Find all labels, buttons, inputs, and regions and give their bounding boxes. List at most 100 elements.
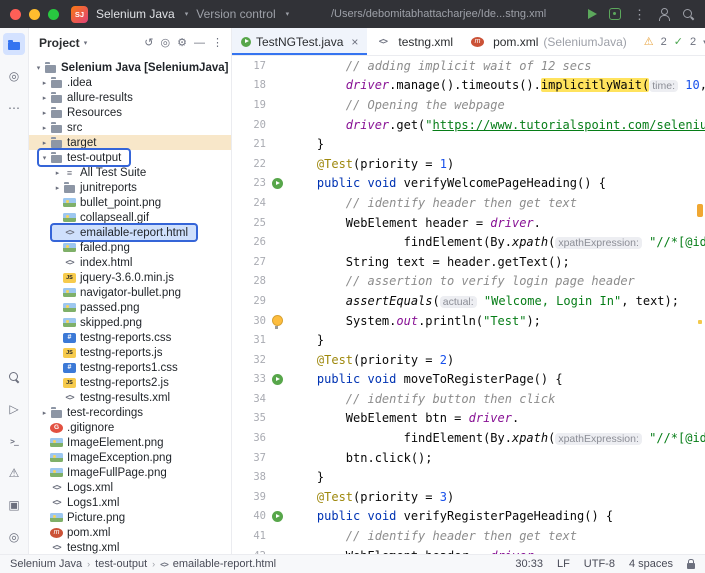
code-line-40[interactable]: 40 public void verifyRegisterPageHeading…	[232, 507, 705, 527]
lock-icon[interactable]	[687, 563, 695, 569]
tree-item-test-recordings[interactable]: ▸test-recordings	[29, 405, 231, 420]
tree-item-passed-png[interactable]: passed.png	[29, 300, 231, 315]
line-number[interactable]: 17	[232, 60, 268, 72]
line-number[interactable]: 42	[232, 550, 268, 554]
tree-item--gitignore[interactable]: G.gitignore	[29, 420, 231, 435]
chevron-right-icon[interactable]: ▸	[39, 139, 50, 147]
line-number[interactable]: 28	[232, 275, 268, 287]
tree-item-skipped-png[interactable]: skipped.png	[29, 315, 231, 330]
tree-item-resources[interactable]: ▸Resources	[29, 105, 231, 120]
code-line-34[interactable]: 34 // identify button then click	[232, 389, 705, 409]
tree-item-testng-xml[interactable]: <>testng.xml	[29, 540, 231, 554]
tree-item-all-test-suite[interactable]: ▸≡All Test Suite	[29, 165, 231, 180]
vcs-widget[interactable]: Version control	[196, 7, 275, 21]
more-options-icon[interactable]: ⋮	[212, 38, 223, 49]
code-line-33[interactable]: 33 public void moveToRegisterPage() {	[232, 370, 705, 390]
tree-item-logs1-xml[interactable]: <>Logs1.xml	[29, 495, 231, 510]
tab-testngtest-java[interactable]: TestNGTest.java×	[232, 28, 367, 55]
line-number[interactable]: 34	[232, 393, 268, 405]
tab-testng-xml[interactable]: <>testng.xml	[367, 28, 462, 55]
run-test-icon[interactable]	[268, 374, 286, 385]
code-line-39[interactable]: 39 @Test(priority = 3)	[232, 487, 705, 507]
run-with-coverage-icon[interactable]	[609, 8, 621, 20]
line-number[interactable]: 20	[232, 119, 268, 131]
tree-item-picture-png[interactable]: Picture.png	[29, 510, 231, 525]
line-number[interactable]: 24	[232, 197, 268, 209]
line-separator[interactable]: LF	[557, 558, 570, 570]
line-number[interactable]: 18	[232, 79, 268, 91]
locate-file-icon[interactable]: ◎	[161, 38, 171, 49]
tree-item-jquery-3-6-0-min-js[interactable]: JSjquery-3.6.0.min.js	[29, 270, 231, 285]
tree-item-testng-reports2-js[interactable]: JStestng-reports2.js	[29, 375, 231, 390]
scrollbar-warning-mark[interactable]	[697, 204, 703, 217]
code-line-26[interactable]: 26 findElement(By.xpath(xpathExpression:…	[232, 232, 705, 252]
line-number[interactable]: 23	[232, 177, 268, 189]
tree-item-junitreports[interactable]: ▸junitreports	[29, 180, 231, 195]
chevron-down-icon[interactable]: ▾	[39, 154, 50, 162]
code-line-31[interactable]: 31 }	[232, 330, 705, 350]
tree-item-emailable-report-html[interactable]: <>emailable-report.html	[29, 225, 231, 240]
tree-item-testng-reports-js[interactable]: JStestng-reports.js	[29, 345, 231, 360]
code-line-30[interactable]: 30 System.out.println("Test");	[232, 311, 705, 331]
line-number[interactable]: 36	[232, 432, 268, 444]
code-editor[interactable]: 17 // adding implicit wait of 12 secs18 …	[232, 56, 705, 554]
code-line-17[interactable]: 17 // adding implicit wait of 12 secs	[232, 56, 705, 76]
tab-pom-xml[interactable]: mpom.xml (SeleniumJava)	[462, 28, 636, 55]
code-line-19[interactable]: 19 // Opening the webpage	[232, 95, 705, 115]
user-icon[interactable]	[658, 8, 670, 21]
line-number[interactable]: 29	[232, 295, 268, 307]
tree-item-failed-png[interactable]: failed.png	[29, 240, 231, 255]
search-everywhere-icon[interactable]	[3, 366, 25, 388]
code-line-29[interactable]: 29 assertEquals(actual: "Welcome, Login …	[232, 291, 705, 311]
project-widget[interactable]: Selenium Java	[96, 7, 175, 21]
line-number[interactable]: 37	[232, 452, 268, 464]
code-line-27[interactable]: 27 String text = header.getText();	[232, 252, 705, 272]
zoom-window-button[interactable]	[48, 9, 59, 20]
scrollbar-warning-mark[interactable]	[698, 320, 702, 324]
line-number[interactable]: 27	[232, 256, 268, 268]
code-line-25[interactable]: 25 WebElement header = driver.	[232, 213, 705, 233]
run-tool-icon[interactable]: ▷	[3, 398, 25, 420]
tree-item-test-output[interactable]: ▾test-output	[29, 150, 231, 165]
code-line-23[interactable]: 23 public void verifyWelcomePageHeading(…	[232, 174, 705, 194]
code-line-20[interactable]: 20 driver.get("https://www.tutorialspoin…	[232, 115, 705, 135]
line-number[interactable]: 32	[232, 354, 268, 366]
tree-item--idea[interactable]: ▸.idea	[29, 75, 231, 90]
code-line-18[interactable]: 18 driver.manage().timeouts().implicitly…	[232, 76, 705, 96]
panel-title[interactable]: Project	[39, 36, 80, 50]
line-number[interactable]: 39	[232, 491, 268, 503]
line-number[interactable]: 38	[232, 471, 268, 483]
line-number[interactable]: 40	[232, 510, 268, 522]
chevron-right-icon[interactable]: ▸	[39, 79, 50, 87]
search-icon[interactable]	[682, 8, 695, 21]
chevron-right-icon[interactable]: ▸	[39, 94, 50, 102]
chevron-right-icon[interactable]: ▸	[52, 184, 63, 192]
editor-scrollbar[interactable]	[695, 56, 705, 554]
line-number[interactable]: 30	[232, 315, 268, 327]
breadcrumb-item[interactable]: Selenium Java	[10, 558, 82, 570]
tree-item-index-html[interactable]: <>index.html	[29, 255, 231, 270]
code-line-36[interactable]: 36 findElement(By.xpath(xpathExpression:…	[232, 428, 705, 448]
tree-item-selenium-java-seleniumjava-[interactable]: ▾Selenium Java [SeleniumJava]~/IdeaProje…	[29, 60, 231, 75]
code-line-37[interactable]: 37 btn.click();	[232, 448, 705, 468]
tree-item-testng-reports-css[interactable]: #testng-reports.css	[29, 330, 231, 345]
settings-gear-icon[interactable]: ⚙	[177, 38, 187, 49]
line-number[interactable]: 21	[232, 138, 268, 150]
tree-item-pom-xml[interactable]: mpom.xml	[29, 525, 231, 540]
chevron-right-icon[interactable]: ▸	[39, 124, 50, 132]
terminal-icon[interactable]: >_	[3, 430, 25, 452]
line-number[interactable]: 31	[232, 334, 268, 346]
line-number[interactable]: 33	[232, 373, 268, 385]
tree-item-navigator-bullet-png[interactable]: navigator-bullet.png	[29, 285, 231, 300]
tree-item-bullet-point-png[interactable]: bullet_point.png	[29, 195, 231, 210]
breadcrumb-item[interactable]: emailable-report.html	[173, 558, 276, 570]
breadcrumb-item[interactable]: test-output	[95, 558, 147, 570]
tree-item-imageelement-png[interactable]: ImageElement.png	[29, 435, 231, 450]
tree-item-imageexception-png[interactable]: ImageException.png	[29, 450, 231, 465]
code-line-21[interactable]: 21 }	[232, 134, 705, 154]
services-icon[interactable]: ▣	[3, 494, 25, 516]
line-number[interactable]: 35	[232, 412, 268, 424]
chevron-right-icon[interactable]: ▸	[39, 109, 50, 117]
run-test-icon[interactable]	[268, 178, 286, 189]
tree-item-target[interactable]: ▸target	[29, 135, 231, 150]
